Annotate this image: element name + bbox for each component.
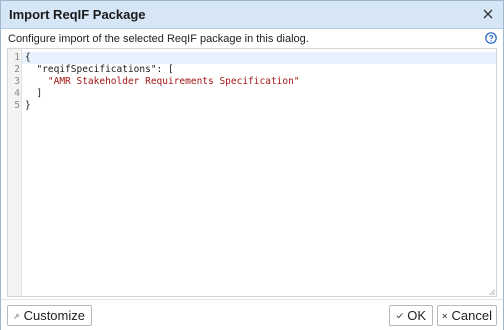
ok-button[interactable]: OK: [389, 305, 433, 326]
active-line-highlight: [22, 52, 496, 64]
line-number: 4: [14, 88, 20, 99]
help-icon[interactable]: [485, 32, 497, 44]
dialog-titlebar: Import ReqIF Package: [1, 1, 503, 29]
resize-grip-icon[interactable]: [489, 289, 495, 295]
line-number: 2: [14, 64, 20, 75]
code-line-string: "AMR Stakeholder Requirements Specificat…: [25, 76, 300, 87]
dialog-description: Configure import of the selected ReqIF p…: [8, 33, 309, 45]
line-number: 5: [14, 100, 20, 111]
check-icon: [396, 313, 403, 319]
import-reqif-dialog: Import ReqIF Package Configure import of…: [0, 0, 504, 330]
code-line: {: [25, 52, 31, 63]
line-number: 1: [14, 52, 20, 63]
x-icon: [442, 313, 447, 318]
code-line: }: [25, 100, 31, 111]
line-number-gutter: 1 2 3 4 5: [8, 49, 22, 296]
wrench-icon: [14, 313, 20, 319]
dialog-title: Import ReqIF Package: [9, 7, 146, 22]
code-line: "reqifSpecifications": [: [25, 64, 174, 75]
ok-button-label: OK: [407, 308, 426, 323]
close-icon: [483, 9, 493, 19]
customize-button-label: Customize: [23, 308, 85, 323]
customize-button[interactable]: Customize: [7, 305, 92, 326]
json-editor[interactable]: 1 2 3 4 5 { "reqifSpecifications": [ "AM…: [7, 48, 497, 297]
close-button[interactable]: [479, 5, 497, 23]
cancel-button[interactable]: Cancel: [437, 305, 497, 326]
line-number: 3: [14, 76, 20, 87]
code-line: ]: [25, 88, 43, 99]
dialog-footer: Customize OK Cancel: [1, 299, 503, 330]
cancel-button-label: Cancel: [451, 308, 492, 323]
